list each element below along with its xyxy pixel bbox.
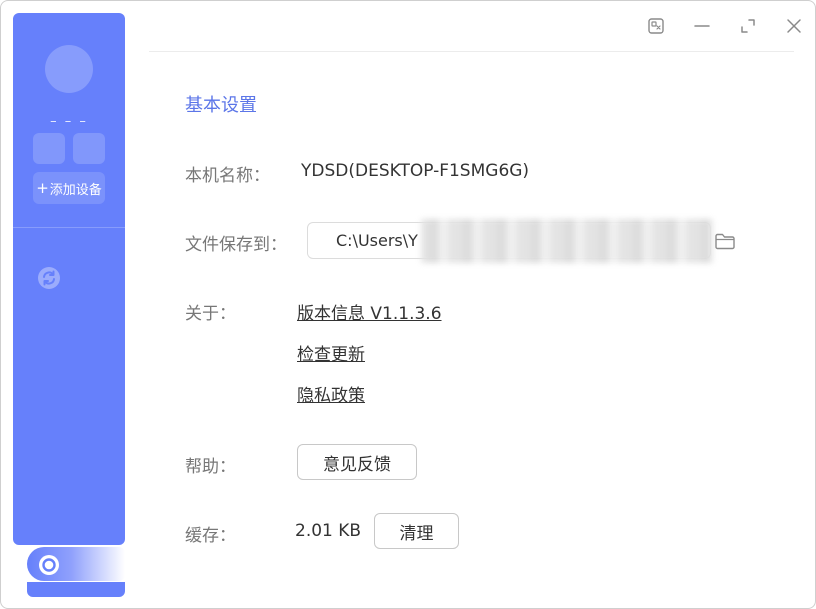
- sidebar-divider: [13, 227, 125, 228]
- device-name-label: 本机名称：: [185, 166, 270, 186]
- minimize-icon[interactable]: [690, 14, 714, 38]
- plus-icon: +: [36, 178, 49, 197]
- sidebar-footer-strip: [27, 582, 125, 597]
- save-path-value: C:\Users\Y: [336, 231, 418, 250]
- cache-size-value: 2.01 KB: [295, 521, 362, 541]
- section-title: 基本设置: [185, 95, 257, 116]
- avatar[interactable]: [45, 45, 93, 93]
- user-name: – – –: [50, 114, 88, 129]
- version-info-link[interactable]: 版本信息 V1.1.3.6: [297, 299, 442, 324]
- add-device-label: 添加设备: [49, 182, 102, 198]
- device-name-value: YDSD(DESKTOP-F1SMG6G): [301, 161, 530, 181]
- check-update-link[interactable]: 检查更新: [297, 340, 365, 365]
- maximize-icon[interactable]: [736, 14, 760, 38]
- cache-label: 缓存：: [185, 526, 236, 546]
- device-slot[interactable]: [73, 133, 105, 164]
- app-window: – – – + 添加设备 基本设置 本机名称： YDSD(DESKTOP-F1S…: [0, 0, 816, 609]
- folder-icon[interactable]: [713, 229, 737, 253]
- save-path-redaction: [421, 219, 713, 263]
- help-label: 帮助：: [185, 457, 236, 477]
- pin-icon[interactable]: [644, 14, 668, 38]
- sync-icon[interactable]: [37, 266, 61, 290]
- settings-icon[interactable]: [37, 553, 61, 577]
- close-icon[interactable]: [782, 14, 806, 38]
- privacy-policy-link[interactable]: 隐私政策: [297, 381, 365, 406]
- header-divider: [149, 51, 794, 52]
- add-device-button[interactable]: + 添加设备: [33, 172, 105, 204]
- feedback-button[interactable]: 意见反馈: [297, 444, 417, 480]
- sidebar: – – – + 添加设备: [13, 13, 125, 545]
- device-slot[interactable]: [33, 133, 65, 164]
- about-label: 关于：: [185, 304, 236, 324]
- save-path-label: 文件保存到：: [185, 235, 287, 255]
- clear-cache-button[interactable]: 清理: [374, 513, 459, 549]
